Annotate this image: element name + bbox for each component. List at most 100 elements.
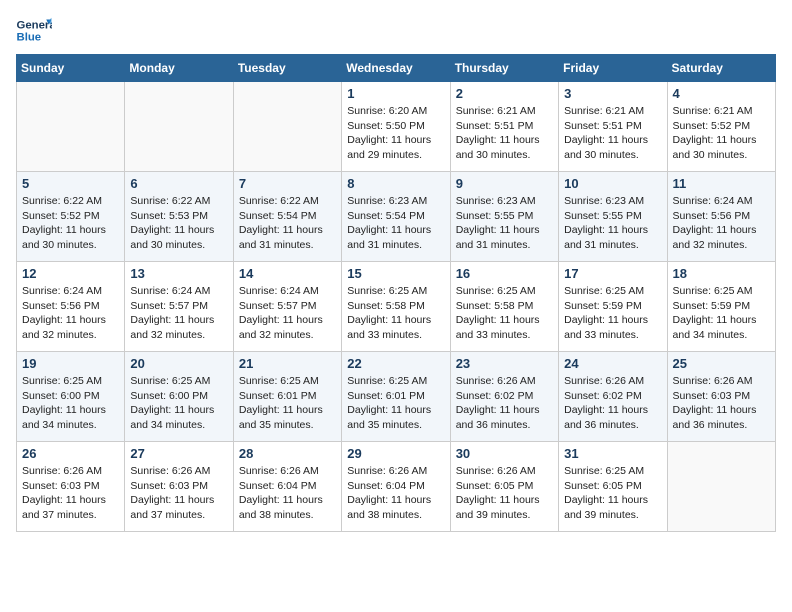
calendar-cell: 26 Sunrise: 6:26 AMSunset: 6:03 PMDayligh… — [17, 442, 125, 532]
day-info: Sunrise: 6:23 AMSunset: 5:54 PMDaylight:… — [347, 194, 444, 253]
calendar-cell: 3 Sunrise: 6:21 AMSunset: 5:51 PMDaylight… — [559, 82, 667, 172]
calendar-cell — [667, 442, 775, 532]
calendar-cell: 31 Sunrise: 6:25 AMSunset: 6:05 PMDayligh… — [559, 442, 667, 532]
calendar-cell: 24 Sunrise: 6:26 AMSunset: 6:02 PMDayligh… — [559, 352, 667, 442]
calendar-cell: 25 Sunrise: 6:26 AMSunset: 6:03 PMDayligh… — [667, 352, 775, 442]
day-info: Sunrise: 6:20 AMSunset: 5:50 PMDaylight:… — [347, 104, 444, 163]
calendar-cell: 19 Sunrise: 6:25 AMSunset: 6:00 PMDayligh… — [17, 352, 125, 442]
calendar-cell: 27 Sunrise: 6:26 AMSunset: 6:03 PMDayligh… — [125, 442, 233, 532]
calendar-cell: 5Sunrise: 6:22 AMSunset: 5:52 PMDaylight… — [17, 172, 125, 262]
day-number: 29 — [347, 446, 444, 461]
day-info: Sunrise: 6:25 AMSunset: 5:58 PMDaylight:… — [456, 284, 553, 343]
day-number: 25 — [673, 356, 770, 371]
day-info: Sunrise: 6:26 AMSunset: 6:04 PMDaylight:… — [239, 464, 336, 523]
weekday-header-row: SundayMondayTuesdayWednesdayThursdayFrid… — [17, 55, 776, 82]
weekday-header-wednesday: Wednesday — [342, 55, 450, 82]
day-number: 27 — [130, 446, 227, 461]
day-info: Sunrise: 6:22 AMSunset: 5:54 PMDaylight:… — [239, 194, 336, 253]
day-info: Sunrise: 6:22 AMSunset: 5:53 PMDaylight:… — [130, 194, 227, 253]
day-number: 3 — [564, 86, 661, 101]
weekday-header-friday: Friday — [559, 55, 667, 82]
day-number: 30 — [456, 446, 553, 461]
day-number: 21 — [239, 356, 336, 371]
calendar-cell — [125, 82, 233, 172]
day-number: 26 — [22, 446, 119, 461]
day-number: 6 — [130, 176, 227, 191]
day-info: Sunrise: 6:22 AMSunset: 5:52 PMDaylight:… — [22, 194, 119, 253]
day-info: Sunrise: 6:26 AMSunset: 6:03 PMDaylight:… — [130, 464, 227, 523]
day-number: 24 — [564, 356, 661, 371]
calendar-cell — [233, 82, 341, 172]
day-number: 31 — [564, 446, 661, 461]
day-info: Sunrise: 6:23 AMSunset: 5:55 PMDaylight:… — [456, 194, 553, 253]
day-number: 15 — [347, 266, 444, 281]
day-info: Sunrise: 6:25 AMSunset: 5:58 PMDaylight:… — [347, 284, 444, 343]
calendar-week-row: 12 Sunrise: 6:24 AMSunset: 5:56 PMDayligh… — [17, 262, 776, 352]
day-number: 28 — [239, 446, 336, 461]
day-number: 19 — [22, 356, 119, 371]
day-number: 20 — [130, 356, 227, 371]
calendar-cell: 2 Sunrise: 6:21 AMSunset: 5:51 PMDaylight… — [450, 82, 558, 172]
day-number: 2 — [456, 86, 553, 101]
svg-text:Blue: Blue — [17, 32, 42, 44]
day-info: Sunrise: 6:26 AMSunset: 6:03 PMDaylight:… — [673, 374, 770, 433]
day-number: 9 — [456, 176, 553, 191]
day-number: 18 — [673, 266, 770, 281]
day-info: Sunrise: 6:24 AMSunset: 5:57 PMDaylight:… — [239, 284, 336, 343]
calendar-cell: 9 Sunrise: 6:23 AMSunset: 5:55 PMDaylight… — [450, 172, 558, 262]
day-number: 17 — [564, 266, 661, 281]
svg-text:General: General — [17, 19, 53, 31]
day-info: Sunrise: 6:26 AMSunset: 6:03 PMDaylight:… — [22, 464, 119, 523]
day-number: 13 — [130, 266, 227, 281]
calendar-cell: 10 Sunrise: 6:23 AMSunset: 5:55 PMDayligh… — [559, 172, 667, 262]
calendar-cell: 17 Sunrise: 6:25 AMSunset: 5:59 PMDayligh… — [559, 262, 667, 352]
day-number: 16 — [456, 266, 553, 281]
day-info: Sunrise: 6:26 AMSunset: 6:02 PMDaylight:… — [456, 374, 553, 433]
calendar-cell: 13 Sunrise: 6:24 AMSunset: 5:57 PMDayligh… — [125, 262, 233, 352]
day-info: Sunrise: 6:21 AMSunset: 5:52 PMDaylight:… — [673, 104, 770, 163]
calendar-cell: 7Sunrise: 6:22 AMSunset: 5:54 PMDaylight… — [233, 172, 341, 262]
calendar-week-row: 19 Sunrise: 6:25 AMSunset: 6:00 PMDayligh… — [17, 352, 776, 442]
calendar-week-row: 1 Sunrise: 6:20 AMSunset: 5:50 PMDaylight… — [17, 82, 776, 172]
header: General Blue — [16, 16, 776, 44]
day-info: Sunrise: 6:24 AMSunset: 5:57 PMDaylight:… — [130, 284, 227, 343]
calendar-cell: 23 Sunrise: 6:26 AMSunset: 6:02 PMDayligh… — [450, 352, 558, 442]
day-info: Sunrise: 6:25 AMSunset: 6:00 PMDaylight:… — [22, 374, 119, 433]
day-number: 1 — [347, 86, 444, 101]
weekday-header-saturday: Saturday — [667, 55, 775, 82]
calendar-week-row: 26 Sunrise: 6:26 AMSunset: 6:03 PMDayligh… — [17, 442, 776, 532]
weekday-header-sunday: Sunday — [17, 55, 125, 82]
calendar-cell: 21 Sunrise: 6:25 AMSunset: 6:01 PMDayligh… — [233, 352, 341, 442]
calendar-cell: 29Sunrise: 6:26 AMSunset: 6:04 PMDayligh… — [342, 442, 450, 532]
day-info: Sunrise: 6:25 AMSunset: 6:01 PMDaylight:… — [239, 374, 336, 433]
weekday-header-tuesday: Tuesday — [233, 55, 341, 82]
day-info: Sunrise: 6:23 AMSunset: 5:55 PMDaylight:… — [564, 194, 661, 253]
logo: General Blue — [16, 16, 52, 44]
calendar-cell: 11 Sunrise: 6:24 AMSunset: 5:56 PMDayligh… — [667, 172, 775, 262]
day-info: Sunrise: 6:21 AMSunset: 5:51 PMDaylight:… — [456, 104, 553, 163]
calendar-cell: 15 Sunrise: 6:25 AMSunset: 5:58 PMDayligh… — [342, 262, 450, 352]
day-number: 14 — [239, 266, 336, 281]
calendar-cell: 8Sunrise: 6:23 AMSunset: 5:54 PMDaylight… — [342, 172, 450, 262]
calendar-cell: 30Sunrise: 6:26 AMSunset: 6:05 PMDayligh… — [450, 442, 558, 532]
day-number: 23 — [456, 356, 553, 371]
day-info: Sunrise: 6:25 AMSunset: 5:59 PMDaylight:… — [564, 284, 661, 343]
day-number: 10 — [564, 176, 661, 191]
day-info: Sunrise: 6:24 AMSunset: 5:56 PMDaylight:… — [673, 194, 770, 253]
day-number: 11 — [673, 176, 770, 191]
day-info: Sunrise: 6:25 AMSunset: 5:59 PMDaylight:… — [673, 284, 770, 343]
day-info: Sunrise: 6:24 AMSunset: 5:56 PMDaylight:… — [22, 284, 119, 343]
calendar-cell: 4Sunrise: 6:21 AMSunset: 5:52 PMDaylight… — [667, 82, 775, 172]
day-number: 12 — [22, 266, 119, 281]
day-info: Sunrise: 6:21 AMSunset: 5:51 PMDaylight:… — [564, 104, 661, 163]
calendar-cell: 16 Sunrise: 6:25 AMSunset: 5:58 PMDayligh… — [450, 262, 558, 352]
calendar-table: SundayMondayTuesdayWednesdayThursdayFrid… — [16, 54, 776, 532]
calendar-cell: 18 Sunrise: 6:25 AMSunset: 5:59 PMDayligh… — [667, 262, 775, 352]
weekday-header-thursday: Thursday — [450, 55, 558, 82]
day-number: 22 — [347, 356, 444, 371]
calendar-week-row: 5Sunrise: 6:22 AMSunset: 5:52 PMDaylight… — [17, 172, 776, 262]
calendar-cell — [17, 82, 125, 172]
calendar-cell: 28 Sunrise: 6:26 AMSunset: 6:04 PMDayligh… — [233, 442, 341, 532]
day-info: Sunrise: 6:25 AMSunset: 6:05 PMDaylight:… — [564, 464, 661, 523]
day-info: Sunrise: 6:26 AMSunset: 6:02 PMDaylight:… — [564, 374, 661, 433]
